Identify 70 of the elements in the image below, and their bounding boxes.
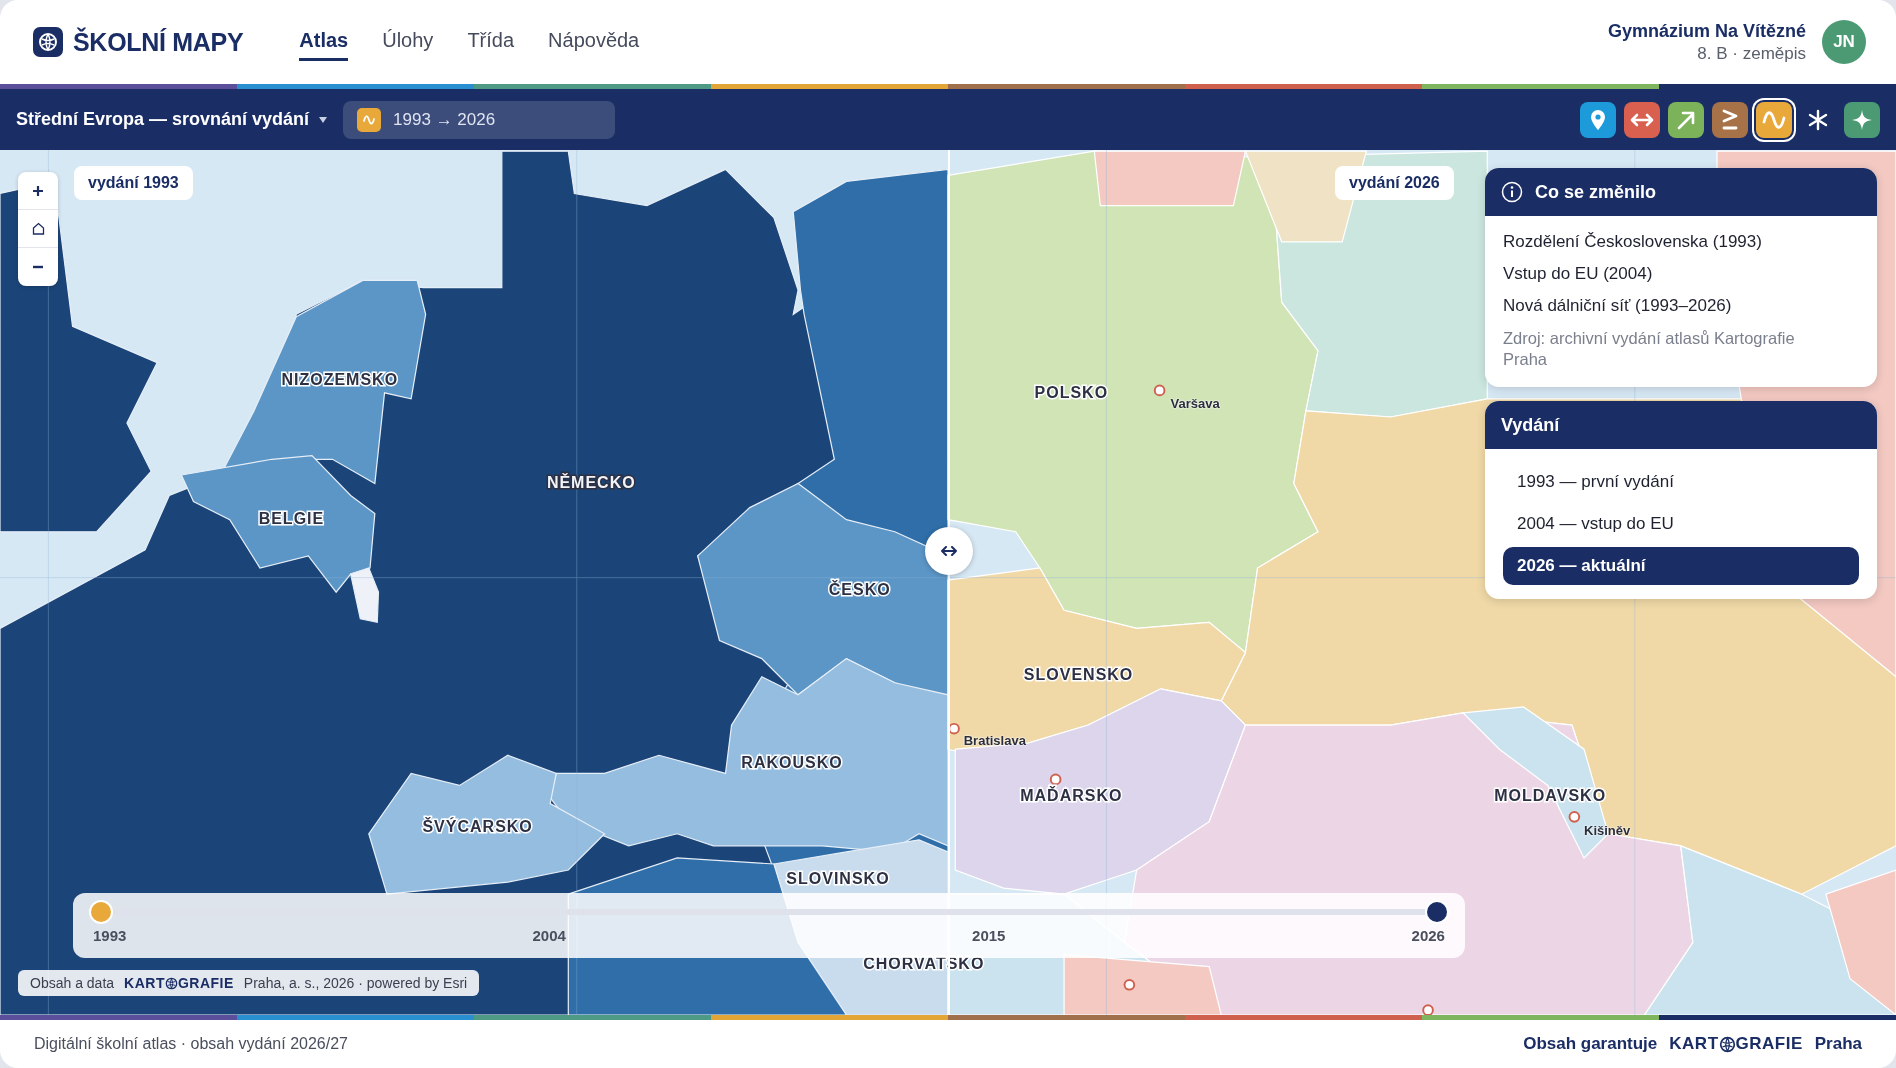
diagonal-arrow-icon [1677,111,1695,129]
logo-text: KART [1669,1034,1719,1054]
attribution-text: Praha, a. s., 2026 · powered by Esri [243,975,468,991]
nav-tab[interactable]: Nápověda [548,23,640,61]
greater-equal-icon [1722,109,1738,129]
wave-icon [357,107,382,132]
country-label: MAĎARSKO [1020,786,1123,805]
map-title[interactable]: Střední Evropa — srovnání vydání [16,109,310,130]
change-item: Vstup do EU (2004) [1503,264,1654,284]
nav-tab[interactable]: Třída [467,23,515,61]
edition-item[interactable]: 1993 — první vydání [1503,463,1859,501]
change-item: Nová dálniční síť (1993–2026) [1503,296,1733,316]
app-name: ŠKOLNÍ MAPY [73,27,244,57]
city-label: Varšava [1170,395,1220,411]
year-range-field[interactable]: 1993 → 2026 [343,100,616,139]
edition-label: vydání 2026 [1335,166,1454,200]
attribution-text: Obsah a data [30,975,115,991]
year-tick: 2015 [972,927,1006,944]
city-text: Praha [1814,1034,1862,1054]
city-label: Kišiněv [1584,822,1631,838]
location-pin-icon [1591,109,1605,130]
double-arrow-icon [1630,113,1654,126]
year-tick: 2004 [532,927,566,944]
tool-button[interactable] [1712,101,1748,138]
sparkle-icon [1852,109,1872,130]
tool-button[interactable] [1624,101,1660,138]
edition-item[interactable]: 2026 — aktuální [1503,547,1859,585]
panel-title: Vydání [1501,414,1560,436]
year-tick: 1993 [93,927,127,944]
nav-tab[interactable]: Atlas [299,23,349,61]
nav-tab[interactable]: Úlohy [382,23,434,61]
logo-text: KART [124,975,165,991]
country-label: NIZOZEMSKO [281,370,399,389]
country-label: ŠVÝCARSKO [422,818,533,837]
change-item: Rozdělení Československa (1993) [1503,232,1763,252]
school-name: Gymnázium Na Vítězné [1607,20,1806,42]
info-icon [1501,181,1523,203]
edition-item[interactable]: 2004 — vstup do EU [1503,505,1859,543]
logo-text: GRAFIE [1735,1034,1803,1054]
country-label: ČESKO [828,581,891,600]
slider-thumb[interactable] [91,902,111,922]
class-subject: 8. B · zeměpis [1697,43,1806,64]
country-label: SLOVINSKO [786,870,890,889]
country-label: BELGIE [258,509,325,528]
tool-button[interactable] [1844,101,1880,138]
tool-button[interactable] [1668,101,1704,138]
country-label: RAKOUSKO [741,754,843,773]
country-label: SLOVENSKO [1023,665,1134,684]
guarantee-text: Obsah garantuje [1523,1034,1658,1054]
plus-icon [32,184,44,197]
tool-button[interactable] [1580,101,1616,138]
asterisk-icon [1808,109,1828,130]
footer-text: Digitální školní atlas · obsah vydání 2026/27 [34,1035,348,1053]
caret-icon[interactable] [319,116,328,123]
country-label: MOLDAVSKO [1494,786,1607,805]
logo-text: GRAFIE [177,975,234,991]
source-note: Zdroj: archivní vydání atlasů Kartografie Praha [1503,328,1796,370]
globe-icon [1718,1035,1736,1053]
edition-label: vydání 1993 [74,166,193,200]
slider-thumb[interactable] [1427,902,1447,922]
globe-icon [164,976,178,990]
city-label: Bratislava [963,732,1026,748]
panel-title: Co se změnilo [1535,181,1657,203]
timeline-slider[interactable]: 1993 2004 2015 2026 [73,893,1465,958]
country-label: POLSKO [1034,384,1109,403]
home-icon [31,222,45,235]
year-tick: 2026 [1411,927,1445,944]
country-label: NĚMECKO [546,473,636,492]
minus-icon [32,265,44,269]
wave-icon [1762,110,1786,129]
